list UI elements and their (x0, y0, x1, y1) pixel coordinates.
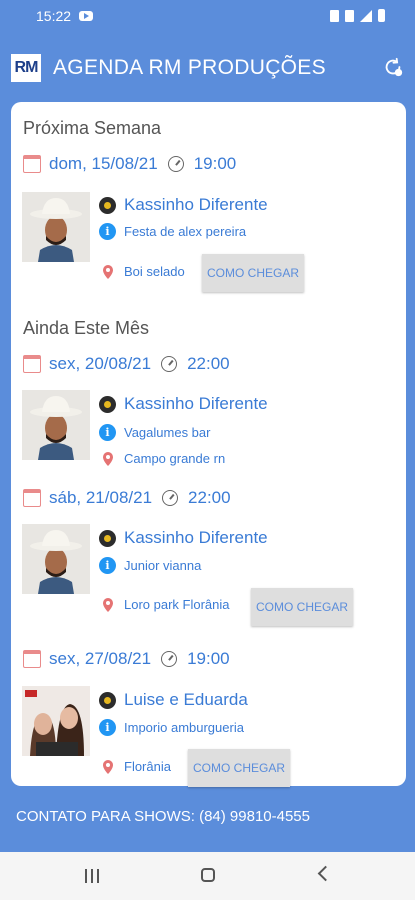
location-row: Florânia (99, 759, 171, 774)
info-icon: i (99, 557, 116, 574)
battery-icon (378, 9, 385, 22)
artist-row: Kassinho Diferente (99, 528, 268, 548)
location-pin-icon (103, 597, 113, 612)
artist-name[interactable]: Kassinho Diferente (124, 195, 268, 215)
location-pin-icon (103, 451, 113, 466)
artist-name[interactable]: Kassinho Diferente (124, 394, 268, 414)
venue-name: Vagalumes bar (124, 425, 211, 440)
place-name: Florânia (124, 759, 171, 774)
location-row: Loro park Florânia (99, 597, 230, 612)
directions-button[interactable]: COMO CHEGAR (188, 749, 290, 787)
artist-name[interactable]: Luise e Eduarda (124, 690, 248, 710)
directions-button[interactable]: COMO CHEGAR (251, 588, 353, 626)
section-title: Próxima Semana (23, 118, 162, 138)
directions-button[interactable]: COMO CHEGAR (202, 254, 304, 292)
calendar-icon (23, 650, 41, 668)
vinyl-disc-icon (99, 691, 116, 709)
artist-photo (22, 192, 90, 262)
event-date: sex, 20/08/21 (49, 354, 152, 373)
app-logo: RM (11, 54, 41, 82)
artist-row: Kassinho Diferente (99, 394, 268, 414)
back-icon[interactable] (317, 865, 334, 882)
event-date-row: sáb, 21/08/21 22:00 (23, 487, 231, 509)
venue-row: i Festa de alex pereira (99, 223, 246, 240)
venue-row: i Imporio amburgueria (99, 719, 244, 736)
event-time: 19:00 (193, 154, 237, 173)
venue-name: Junior vianna (124, 558, 202, 573)
calendar-icon (23, 489, 41, 507)
event-date: sex, 27/08/21 (49, 649, 152, 668)
clock-icon (161, 356, 178, 372)
youtube-notification-icon (79, 11, 93, 21)
section-title: Ainda Este Mês (23, 318, 150, 338)
mute-icon (330, 9, 339, 22)
system-nav-bar (0, 852, 415, 900)
artist-row: Kassinho Diferente (99, 195, 268, 215)
signal-icon (360, 9, 372, 22)
artist-photo (22, 686, 90, 756)
event-date: dom, 15/08/21 (49, 154, 158, 173)
location-row: Boi selado (99, 264, 185, 279)
status-time: 15:22 (36, 8, 72, 24)
contact-footer[interactable]: CONTATO PARA SHOWS: (84) 99810-4555 (16, 808, 310, 825)
home-icon[interactable] (201, 868, 215, 882)
vinyl-disc-icon (99, 529, 116, 547)
location-pin-icon (103, 264, 113, 279)
event-time: 22:00 (187, 354, 230, 373)
clock-icon (161, 651, 178, 667)
refresh-icon[interactable] (382, 56, 404, 78)
event-date: sáb, 21/08/21 (49, 488, 153, 507)
event-time: 22:00 (188, 488, 231, 507)
calendar-icon (23, 155, 41, 173)
status-icons (330, 9, 385, 22)
place-name: Campo grande rn (124, 451, 226, 466)
venue-name: Festa de alex pereira (124, 224, 247, 239)
venue-row: i Junior vianna (99, 557, 201, 574)
event-time: 19:00 (187, 649, 230, 668)
location-pin-icon (103, 759, 113, 774)
artist-row: Luise e Eduarda (99, 690, 248, 710)
app-title: AGENDA RM PRODUÇÕES (53, 56, 326, 79)
event-date-row: dom, 15/08/21 19:00 (23, 153, 236, 175)
info-icon: i (99, 223, 116, 240)
calendar-icon (23, 355, 41, 373)
venue-row: i Vagalumes bar (99, 424, 210, 441)
place-name: Boi selado (124, 264, 185, 279)
app-bar: RM AGENDA RM PRODUÇÕES (0, 34, 415, 102)
venue-name: Imporio amburgueria (124, 720, 244, 735)
info-icon: i (99, 719, 116, 736)
events-card: Próxima Semana dom, 15/08/21 19:00 Kassi… (11, 102, 406, 787)
artist-photo (22, 390, 90, 460)
event-date-row: sex, 20/08/21 22:00 (23, 353, 230, 375)
recent-apps-icon[interactable] (85, 869, 99, 883)
location-row: Campo grande rn (99, 451, 225, 466)
event-date-row: sex, 27/08/21 19:00 (23, 648, 230, 670)
clock-icon (167, 156, 184, 172)
network-4g-icon (345, 9, 354, 22)
artist-photo (22, 524, 90, 594)
info-icon: i (99, 424, 116, 441)
status-bar: 15:22 (0, 0, 415, 34)
clock-icon (162, 490, 179, 506)
vinyl-disc-icon (99, 196, 116, 214)
vinyl-disc-icon (99, 395, 116, 413)
artist-name[interactable]: Kassinho Diferente (124, 528, 268, 548)
place-name: Loro park Florânia (124, 597, 230, 612)
